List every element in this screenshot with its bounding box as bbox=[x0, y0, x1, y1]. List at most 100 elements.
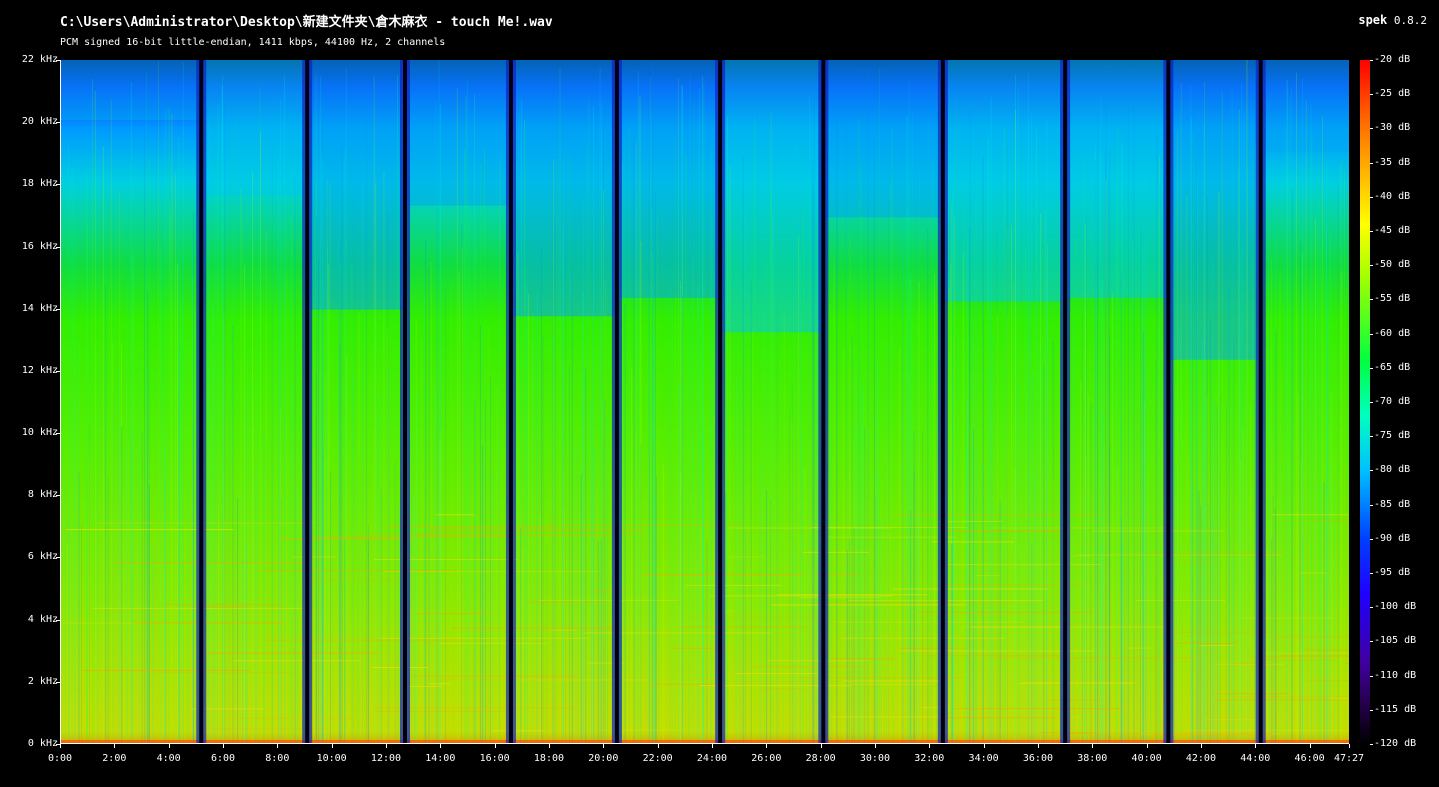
spectral-streak bbox=[112, 342, 114, 744]
harmonic-line bbox=[1187, 729, 1349, 731]
spectral-streak bbox=[727, 186, 729, 744]
spectral-streak bbox=[373, 75, 375, 744]
spectral-streak bbox=[1272, 494, 1274, 744]
spectral-streak bbox=[542, 334, 544, 744]
db-tick-mark bbox=[1370, 709, 1373, 711]
harmonic-line bbox=[1273, 636, 1349, 638]
spectral-streak bbox=[662, 461, 664, 744]
spectral-streak bbox=[1279, 275, 1281, 744]
spectral-streak bbox=[192, 246, 194, 744]
spectral-streak bbox=[1280, 467, 1282, 744]
spectral-streak bbox=[60, 320, 62, 744]
spectral-streak bbox=[710, 150, 712, 744]
spectral-streak bbox=[237, 498, 239, 744]
harmonic-line bbox=[1135, 599, 1226, 601]
app-version: 0.8.2 bbox=[1393, 14, 1427, 27]
db-tick-mark bbox=[1370, 675, 1373, 677]
spectral-streak bbox=[833, 258, 835, 744]
time-tick-mark bbox=[114, 744, 116, 748]
spectral-streak bbox=[1158, 212, 1160, 744]
freq-tick-label: 8 kHz bbox=[27, 489, 58, 501]
spectral-streak bbox=[742, 157, 744, 744]
spectral-streak bbox=[186, 328, 188, 744]
spectral-streak bbox=[1228, 247, 1230, 744]
harmonic-line bbox=[1234, 696, 1349, 698]
spectral-streak bbox=[1025, 249, 1027, 744]
harmonic-line bbox=[689, 617, 822, 619]
harmonic-line bbox=[308, 579, 401, 581]
spectrogram[interactable] bbox=[60, 60, 1349, 744]
db-tick-mark bbox=[1370, 196, 1373, 198]
spectral-streak bbox=[524, 118, 526, 744]
spectral-streak bbox=[764, 262, 766, 744]
harmonic-line bbox=[817, 536, 957, 538]
spectral-streak bbox=[1268, 226, 1270, 744]
spectral-streak bbox=[677, 78, 679, 744]
spectral-streak bbox=[436, 206, 438, 744]
harmonic-line bbox=[843, 680, 940, 682]
spectral-streak bbox=[669, 266, 671, 744]
spectral-streak bbox=[976, 465, 978, 744]
spectral-streak bbox=[772, 215, 774, 744]
spectral-streak bbox=[883, 369, 885, 744]
spectral-streak bbox=[1317, 176, 1319, 744]
spectral-streak bbox=[440, 430, 442, 744]
spectral-streak bbox=[1105, 65, 1107, 744]
spectral-streak bbox=[699, 423, 701, 744]
spectral-streak bbox=[396, 74, 398, 744]
spectral-streak bbox=[324, 544, 326, 744]
spectral-streak bbox=[431, 528, 433, 744]
spectral-streak bbox=[450, 282, 452, 744]
spectral-streak bbox=[163, 114, 165, 744]
spectral-streak bbox=[1216, 406, 1218, 744]
spectral-streak bbox=[110, 99, 112, 744]
spectral-streak bbox=[1323, 482, 1325, 744]
db-tick-mark bbox=[1370, 94, 1373, 96]
track-gap bbox=[508, 60, 513, 744]
db-tick-label: -95 dB bbox=[1374, 567, 1411, 578]
spectral-streak bbox=[911, 111, 913, 744]
spectral-streak bbox=[928, 367, 930, 744]
spectral-streak bbox=[1146, 369, 1148, 744]
spectral-streak bbox=[102, 146, 104, 744]
spectral-streak bbox=[208, 118, 210, 744]
harmonic-line bbox=[65, 529, 234, 531]
spectral-streak bbox=[1155, 360, 1157, 744]
spectral-streak bbox=[332, 538, 334, 744]
spectral-streak bbox=[645, 546, 647, 744]
harmonic-line bbox=[776, 594, 928, 596]
db-tick-label: -60 dB bbox=[1374, 327, 1411, 339]
spectral-streak bbox=[893, 275, 895, 744]
spectral-streak bbox=[256, 273, 258, 744]
time-tick-label: 16:00 bbox=[479, 753, 510, 764]
spectral-streak bbox=[234, 118, 236, 744]
spectral-streak bbox=[955, 99, 957, 744]
spectral-streak bbox=[1229, 530, 1231, 744]
harmonic-line bbox=[388, 526, 554, 528]
spectral-streak bbox=[159, 247, 161, 744]
spectral-streak bbox=[1238, 169, 1240, 744]
harmonic-line bbox=[375, 710, 513, 712]
spectral-streak bbox=[1208, 505, 1210, 744]
spectral-streak bbox=[688, 311, 690, 744]
db-tick-label: -100 dB bbox=[1374, 601, 1417, 613]
track-gap bbox=[940, 60, 945, 744]
time-tick-mark bbox=[1255, 744, 1257, 748]
harmonic-line bbox=[840, 637, 1005, 639]
spectral-streak bbox=[862, 387, 864, 744]
spectral-streak bbox=[681, 85, 683, 744]
spectral-streak bbox=[909, 273, 911, 744]
spectral-streak bbox=[585, 368, 587, 744]
time-tick-label: 12:00 bbox=[370, 753, 402, 764]
harmonic-line bbox=[411, 675, 577, 677]
harmonic-line bbox=[1126, 647, 1151, 649]
db-tick-label: -115 dB bbox=[1374, 703, 1417, 715]
spectral-streak bbox=[1231, 552, 1233, 744]
spectral-streak bbox=[139, 361, 141, 744]
spectral-streak bbox=[738, 333, 740, 744]
spectral-streak bbox=[344, 149, 346, 744]
harmonic-line bbox=[831, 658, 894, 660]
spectral-streak bbox=[415, 319, 417, 744]
spectral-streak bbox=[694, 493, 696, 744]
spectral-streak bbox=[801, 433, 803, 744]
